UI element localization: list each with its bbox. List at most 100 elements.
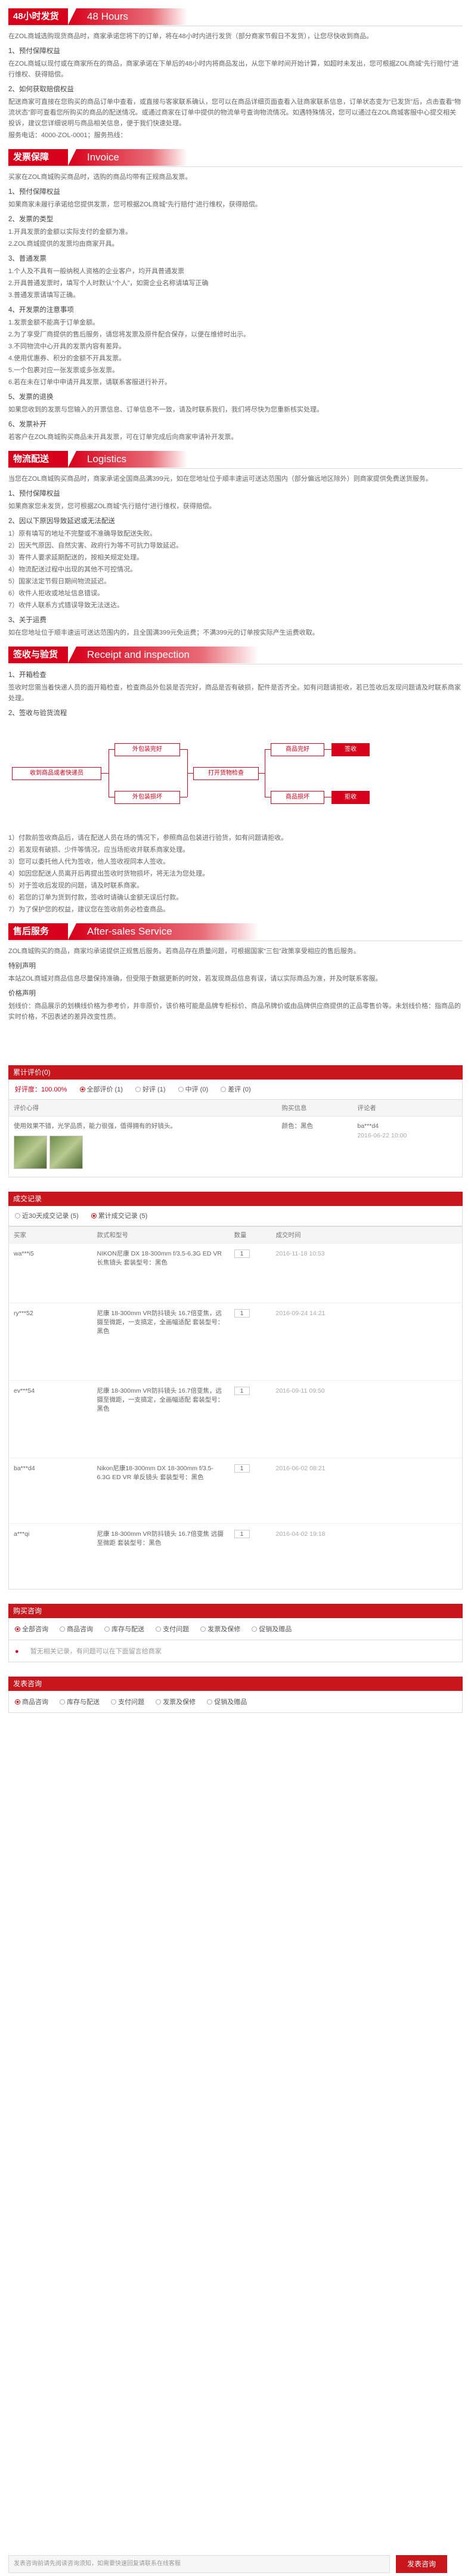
- text: 买家在ZOL商城购买商品时，选购的商品均带有正规商品发票。: [8, 174, 192, 181]
- text: 2）若发现有破损、少件等情况，应当场拒收并联系商家处理。: [8, 846, 190, 853]
- text: 1）原有填写的地址不完整或不准确导致配送失败。: [8, 530, 157, 537]
- consult-tabs: 全部咨询 商品咨询 库存与配送 支付问题 发票及保修 促销及赠品: [8, 1618, 463, 1640]
- model: Nikon尼康18-300mm DX 18-300mm f/3.5-6.3G E…: [92, 1458, 230, 1524]
- text: 当您在ZOL商城购买商品时，商家承诺全国商品满399元，如在您地址位于顺丰速运可…: [8, 475, 432, 483]
- review-table: 评价心得 购买信息 评论者 使用效果不错，光学品质，能力很强，值得拥有的好镜头。 颜…: [8, 1100, 463, 1177]
- flow-reject: 拒收: [331, 791, 370, 804]
- tab-all-reviews[interactable]: 全部评价 (1): [79, 1086, 123, 1093]
- text: 2）因天气原因、自然灾害、政府行为等不可抗力导致延迟。: [8, 542, 183, 549]
- section-invoice-body: 买家在ZOL商城购买商品时，选购的商品均带有正规商品发票。 1、预付保障权益 如…: [0, 172, 471, 443]
- banner-en: Invoice: [68, 149, 187, 166]
- flow-start: 收到商品或者快递员: [12, 767, 101, 780]
- tab-good-reviews[interactable]: 好评 (1): [135, 1086, 166, 1093]
- col-header: 成交时间: [271, 1226, 463, 1244]
- text: 7）为了保护您的权益，建议您在签收前务必检查商品。: [8, 906, 170, 913]
- time: 2016-11-18 10:53: [271, 1243, 463, 1303]
- qty: 1: [234, 1464, 250, 1473]
- model: 尼康 18-300mm VR防抖镜头 16.7倍变焦，远摄至微距，一支搞定，全画…: [92, 1303, 230, 1381]
- radio-icon: [15, 1699, 20, 1705]
- qty: 1: [234, 1530, 250, 1538]
- consult-empty: ● 暂无相关记录，有问题可以在下面留言给商家: [8, 1640, 463, 1662]
- question-input[interactable]: 发表咨询前请先阅读咨询须知，如需要快速回复请联系在线客服: [8, 2555, 390, 2573]
- radio-icon: [156, 1626, 162, 1632]
- flow-package-damaged: 外包装损坏: [114, 791, 180, 804]
- text: 5）对于签收后发现的问题，请及时联系商家。: [8, 882, 144, 889]
- tab-consult-all[interactable]: 全部咨询: [15, 1626, 48, 1633]
- heading: 6、发票补开: [8, 421, 47, 428]
- text: 2.开具普通发票时，填写个人时默认“个人”，如需企业名称请填写正确: [8, 280, 209, 287]
- text: 在ZOL商城以现付或在商家所在的商品，商家承诺在下单后的48小时内将商品发出，从…: [8, 60, 459, 78]
- text: 3.普通发票请填写正确。: [8, 292, 80, 299]
- section-invoice-banner: 发票保障 Invoice: [8, 149, 463, 167]
- text: 1.发票金额不能高于订单金额。: [8, 319, 100, 326]
- flow-sign: 签收: [331, 743, 370, 756]
- radio-icon: [104, 1626, 110, 1632]
- col-header: 数量: [229, 1226, 271, 1244]
- tab-trade-30days[interactable]: 近30天成交记录 (5): [15, 1213, 79, 1220]
- heading: 2、签收与验货流程: [8, 710, 67, 717]
- text: 如果您收到的发票与您输入的开票信息、订单信息不一致，请及时联系我们，我们将尽快为…: [8, 406, 323, 413]
- review-text: 使用效果不错，光学品质，能力很强，值得拥有的好镜头。: [14, 1122, 176, 1130]
- radio-icon: [60, 1626, 66, 1632]
- banner-en: After-sales Service: [68, 923, 259, 940]
- qty: 1: [234, 1387, 250, 1395]
- radio-icon: [111, 1699, 117, 1705]
- empty-text: 暂无相关记录，有问题可以在下面留言给商家: [30, 1648, 162, 1655]
- text: 3）您可以委托他人代为签收，他人签收视同本人签收。: [8, 858, 170, 865]
- time: 2016-04-02 19:18: [271, 1523, 463, 1589]
- tab-ask-invoice[interactable]: 发票及保修: [156, 1699, 196, 1706]
- tab-trade-all[interactable]: 累计成交记录 (5): [91, 1213, 147, 1220]
- tab-consult-goods[interactable]: 商品咨询: [60, 1626, 93, 1633]
- model: 尼康 18-300mm VR防抖镜头 16.7倍变焦，远摄至微距，一支搞定，全画…: [92, 1380, 230, 1458]
- text: 2.为了享受厂商提供的售后服务，请您将发票及原件配合保存，以便在维修时出示。: [8, 331, 250, 338]
- heading: 4、开发票的注意事项: [8, 307, 74, 314]
- buyer: ba***d4: [8, 1458, 92, 1524]
- review-photo[interactable]: [49, 1136, 83, 1169]
- tab-ask-goods[interactable]: 商品咨询: [15, 1699, 48, 1706]
- reviews-bar: 累计评价(0): [8, 1065, 463, 1080]
- heading: 2、发票的类型: [8, 216, 54, 223]
- text: 2.ZOL商城提供的发票均由商家开具。: [8, 240, 119, 248]
- text: 如果商家您未发货，您可根据ZOL商城“先行赔付”进行维权，获得赔偿。: [8, 503, 216, 510]
- submit-question-button[interactable]: 发表咨询: [396, 2555, 447, 2573]
- tab-mid-reviews[interactable]: 中评 (0): [178, 1086, 208, 1093]
- tab-consult-promo[interactable]: 促销及赠品: [252, 1626, 292, 1633]
- table-row: ba***d4 Nikon尼康18-300mm DX 18-300mm f/3.5…: [8, 1458, 463, 1524]
- qty: 1: [234, 1309, 250, 1318]
- model: 尼康 18-300mm VR防抖镜头 16.7倍变焦 远摄至微距 套装型号：黑色: [92, 1523, 230, 1589]
- text: 6）收件人拒收或地址信息错误。: [8, 590, 104, 597]
- banner-cn: 48小时发货: [8, 8, 68, 25]
- receipt-flow-diagram: 收到商品或者快递员 外包装完好 外包装损坏 打开货物检查 商品完好 商品损坏 签…: [8, 725, 463, 827]
- table-row: ry***52 尼康 18-300mm VR防抖镜头 16.7倍变焦，远摄至微距，…: [8, 1303, 463, 1381]
- tab-bad-reviews[interactable]: 差评 (0): [221, 1086, 251, 1093]
- radio-icon: [156, 1699, 162, 1705]
- col-header: 评论者: [352, 1100, 463, 1117]
- trade-bar: 成交记录: [8, 1192, 463, 1206]
- tab-ask-promo[interactable]: 促销及赠品: [207, 1699, 247, 1706]
- buyer: ry***52: [8, 1303, 92, 1381]
- tab-consult-stock[interactable]: 库存与配送: [104, 1626, 144, 1633]
- col-header: 购买信息: [277, 1100, 353, 1117]
- text: 服务电话：4000-ZOL-0001；服务热线：: [8, 132, 127, 139]
- table-row: ev***54 尼康 18-300mm VR防抖镜头 16.7倍变焦，远摄至微距，…: [8, 1380, 463, 1458]
- text: 本站ZOL商城对商品信息尽量保持准确，但受限于数据更新的时效，若发现商品信息有误…: [8, 975, 382, 982]
- review-photo[interactable]: [14, 1136, 47, 1169]
- heading: 3、普通发票: [8, 255, 47, 262]
- banner-en: Logistics: [68, 451, 187, 468]
- text: 在ZOL商城选购现货商品时，商家承诺您将下的订单，将在48小时内进行发货（部分商…: [8, 33, 373, 40]
- heading: 5、发票的退换: [8, 394, 54, 401]
- qty: 1: [234, 1250, 250, 1258]
- banner-cn: 签收与验货: [8, 647, 68, 663]
- tab-ask-pay[interactable]: 支付问题: [111, 1699, 144, 1706]
- heading: 1、预付保障权益: [8, 490, 60, 497]
- radio-icon: [79, 1087, 85, 1092]
- text: ZOL商城购买的商品，商家均承诺提供正规售后服务。若商品存在质量问题，可根据国家…: [8, 948, 360, 955]
- radio-icon: [135, 1087, 141, 1092]
- tab-consult-invoice[interactable]: 发票及保修: [200, 1626, 240, 1633]
- model: NIKON尼康 DX 18-300mm f/3.5-6.3G ED VR 长焦镜…: [92, 1243, 230, 1303]
- banner-cn: 物流配送: [8, 451, 68, 468]
- section-receipt-body: 1、开箱检查 签收时您需当着快递人员的面开箱检查，检查商品外包装是否完好，商品是…: [0, 669, 471, 719]
- tab-ask-stock[interactable]: 库存与配送: [60, 1699, 100, 1706]
- section-logistics-body: 当您在ZOL商城购买商品时，商家承诺全国商品满399元，如在您地址位于顺丰速运可…: [0, 474, 471, 638]
- tab-consult-pay[interactable]: 支付问题: [156, 1626, 189, 1633]
